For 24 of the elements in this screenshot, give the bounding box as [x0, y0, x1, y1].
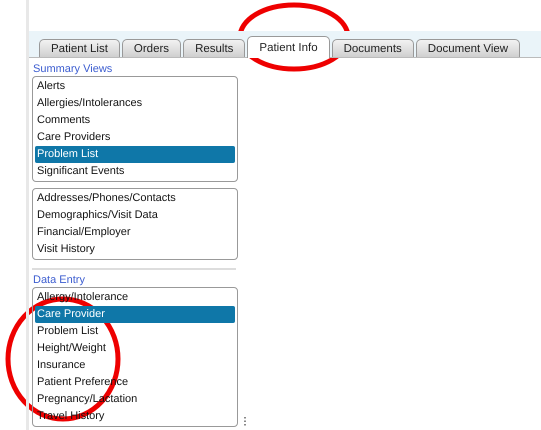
list-item[interactable]: Alerts: [35, 78, 235, 95]
list-item[interactable]: Care Provider: [35, 306, 235, 323]
list-item[interactable]: Comments: [35, 112, 235, 129]
list-item[interactable]: Height/Weight: [35, 340, 235, 357]
section-heading: Summary Views: [32, 62, 114, 75]
tab[interactable]: Patient Info: [247, 36, 330, 58]
list-item[interactable]: Allergy/Intolerance: [35, 289, 235, 306]
splitter-grip-icon[interactable]: [244, 417, 247, 426]
list-item[interactable]: Problem List: [35, 323, 235, 340]
list-item[interactable]: Problem List: [35, 146, 235, 163]
list-item[interactable]: Care Providers: [35, 129, 235, 146]
list-item[interactable]: Addresses/Phones/Contacts: [35, 190, 235, 207]
tab[interactable]: Results: [183, 39, 246, 57]
section-heading: Data Entry: [32, 273, 86, 286]
tab[interactable]: Documents: [332, 39, 414, 57]
list-item[interactable]: Significant Events: [35, 163, 235, 180]
tab[interactable]: Document View: [416, 39, 520, 57]
tab[interactable]: Orders: [122, 39, 182, 57]
list-item[interactable]: Allergies/Intolerances: [35, 95, 235, 112]
tab[interactable]: Patient List: [39, 39, 120, 57]
list-item[interactable]: Insurance: [35, 357, 235, 374]
list-item[interactable]: Demographics/Visit Data: [35, 207, 235, 224]
list-item[interactable]: Financial/Employer: [35, 224, 235, 241]
list-item[interactable]: Visit History: [35, 241, 235, 258]
